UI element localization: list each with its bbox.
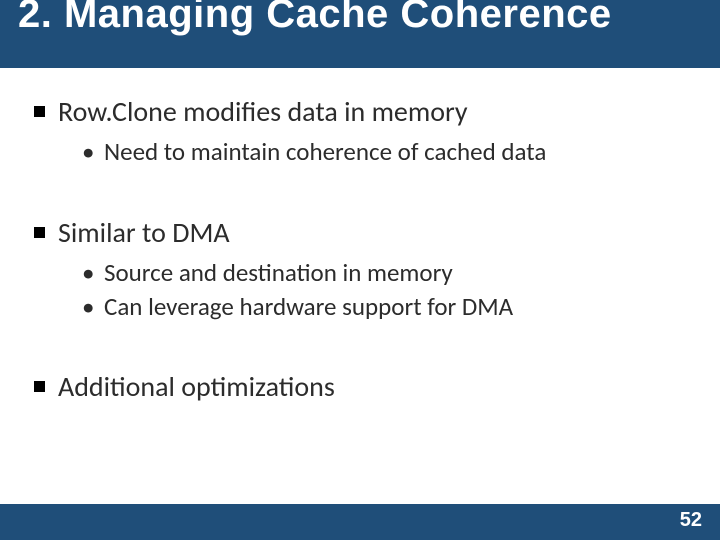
bullet-2-text: Similar to DMA [58, 215, 230, 250]
title-bar: 2. Managing Cache Coherence [0, 0, 720, 68]
bullet-2-sub-1: Source and destination in memory [82, 256, 692, 290]
bullet-2: Similar to DMA Source and destination in… [28, 215, 692, 324]
bullet-1: Row.Clone modifies data in memory Need t… [28, 94, 692, 169]
bullet-1-sub-1: Need to maintain coherence of cached dat… [82, 135, 692, 169]
bullet-3: Additional optimizations [28, 369, 692, 404]
slide-title: 2. Managing Cache Coherence [18, 0, 612, 37]
page-number: 52 [680, 509, 702, 532]
slide-content: Row.Clone modifies data in memory Need t… [0, 68, 720, 404]
footer-bar: 52 [0, 504, 720, 540]
bullet-1-text: Row.Clone modifies data in memory [58, 94, 468, 129]
bullet-2-sub-2: Can leverage hardware support for DMA [82, 290, 692, 324]
bullet-3-text: Additional optimizations [58, 369, 335, 404]
